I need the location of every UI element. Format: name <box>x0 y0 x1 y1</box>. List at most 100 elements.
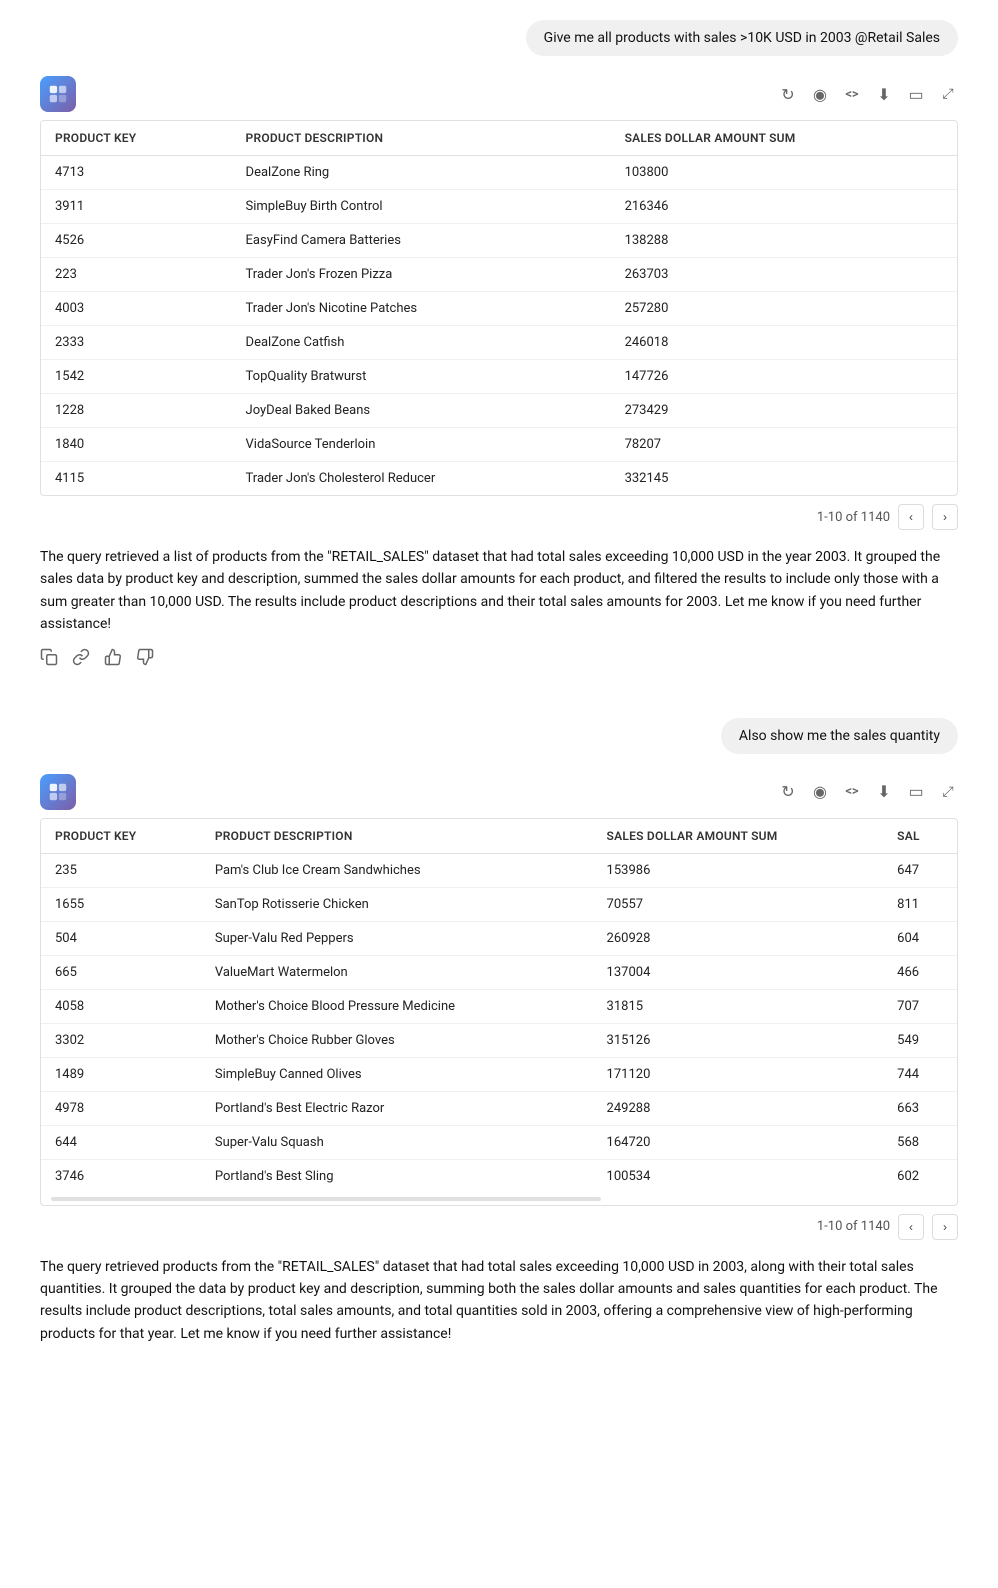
table-cell: 216346 <box>611 190 957 224</box>
table-cell: 164720 <box>593 1125 884 1159</box>
table-row: 644Super-Valu Squash164720568 <box>41 1125 957 1159</box>
prev-page-btn-1[interactable]: ‹ <box>898 504 924 530</box>
col-header-product-desc-1: PRODUCT DESCRIPTION <box>232 121 611 156</box>
table-cell: 568 <box>883 1125 957 1159</box>
pagination-2: 1-10 of 1140 ‹ › <box>40 1214 958 1240</box>
window-icon-1[interactable]: ▭ <box>906 84 926 104</box>
table-row: 3746Portland's Best Sling100534602 <box>41 1159 957 1193</box>
table-cell: 137004 <box>593 955 884 989</box>
table-cell: 3746 <box>41 1159 201 1193</box>
toolbar-1: ↻ ◉ <> ⬇ ▭ ⤢ <box>778 84 958 104</box>
table-scroll-bar[interactable] <box>51 1197 601 1201</box>
eye-icon-2[interactable]: ◉ <box>810 782 830 802</box>
table-row: 1840VidaSource Tenderloin78207 <box>41 428 957 462</box>
eye-icon-1[interactable]: ◉ <box>810 84 830 104</box>
table-row: 1655SanTop Rotisserie Chicken70557811 <box>41 887 957 921</box>
table-cell: 3302 <box>41 1023 201 1057</box>
window-icon-2[interactable]: ▭ <box>906 782 926 802</box>
table-cell: Mother's Choice Blood Pressure Medicine <box>201 989 593 1023</box>
table-cell: 138288 <box>611 224 957 258</box>
code-icon-1[interactable]: <> <box>842 84 862 104</box>
user-message-1: Give me all products with sales >10K USD… <box>40 20 958 56</box>
table-cell: 647 <box>883 853 957 887</box>
table-cell: 273429 <box>611 394 957 428</box>
table-cell: SimpleBuy Birth Control <box>232 190 611 224</box>
table-cell: 549 <box>883 1023 957 1057</box>
ai-response-1: ↻ ◉ <> ⬇ ▭ ⤢ PRODUCT KEY PRODUCT DESCRIP… <box>40 76 958 694</box>
refresh-icon-1[interactable]: ↻ <box>778 84 798 104</box>
fullscreen-icon-1[interactable]: ⤢ <box>938 84 958 104</box>
copy-icon-1[interactable] <box>40 648 58 666</box>
table-cell: Trader Jon's Nicotine Patches <box>232 292 611 326</box>
col-header-product-key-1: PRODUCT KEY <box>41 121 232 156</box>
ai-text-2: The query retrieved products from the "R… <box>40 1256 958 1346</box>
table-cell: 1542 <box>41 360 232 394</box>
data-table-1: PRODUCT KEY PRODUCT DESCRIPTION SALES DO… <box>41 121 957 495</box>
table-cell: SanTop Rotisserie Chicken <box>201 887 593 921</box>
table-row: 2333DealZone Catfish246018 <box>41 326 957 360</box>
table-cell: 663 <box>883 1091 957 1125</box>
table-cell: 504 <box>41 921 201 955</box>
table-cell: 4115 <box>41 462 232 496</box>
ai-response-2: ↻ ◉ <> ⬇ ▭ ⤢ PRODUCT KEY PRODUCT DESCRIP… <box>40 774 958 1358</box>
table-row: 1489SimpleBuy Canned Olives171120744 <box>41 1057 957 1091</box>
table-row: 504Super-Valu Red Peppers260928604 <box>41 921 957 955</box>
table-cell: 249288 <box>593 1091 884 1125</box>
result-table-2: PRODUCT KEY PRODUCT DESCRIPTION SALES DO… <box>40 818 958 1206</box>
col-header-sales-dollar-2: SALES DOLLAR AMOUNT SUM <box>593 819 884 854</box>
table-cell: 260928 <box>593 921 884 955</box>
refresh-icon-2[interactable]: ↻ <box>778 782 798 802</box>
next-page-btn-1[interactable]: › <box>932 504 958 530</box>
download-icon-2[interactable]: ⬇ <box>874 782 894 802</box>
table-row: 235Pam's Club Ice Cream Sandwhiches15398… <box>41 853 957 887</box>
table-cell: 100534 <box>593 1159 884 1193</box>
fullscreen-icon-2[interactable]: ⤢ <box>938 782 958 802</box>
table-cell: 153986 <box>593 853 884 887</box>
next-page-btn-2[interactable]: › <box>932 1214 958 1240</box>
thumbup-icon-1[interactable] <box>104 648 122 666</box>
table-cell: 78207 <box>611 428 957 462</box>
code-icon-2[interactable]: <> <box>842 782 862 802</box>
thumbdown-icon-1[interactable] <box>136 648 154 666</box>
col-header-sales-dollar-1: SALES DOLLAR AMOUNT SUM <box>611 121 957 156</box>
table-cell: 4526 <box>41 224 232 258</box>
table-cell: 257280 <box>611 292 957 326</box>
table-cell: 2333 <box>41 326 232 360</box>
table-cell: 665 <box>41 955 201 989</box>
table-cell: 31815 <box>593 989 884 1023</box>
prev-page-btn-2[interactable]: ‹ <box>898 1214 924 1240</box>
action-icons-1 <box>40 648 958 666</box>
table-cell: Portland's Best Sling <box>201 1159 593 1193</box>
table-cell: Super-Valu Squash <box>201 1125 593 1159</box>
user-message-2: Also show me the sales quantity <box>40 718 958 754</box>
ai-header-row-2: ↻ ◉ <> ⬇ ▭ ⤢ <box>40 774 958 810</box>
table-cell: 223 <box>41 258 232 292</box>
col-header-sal-2: SAL <box>883 819 957 854</box>
table-row: 665ValueMart Watermelon137004466 <box>41 955 957 989</box>
table-header-row-2: PRODUCT KEY PRODUCT DESCRIPTION SALES DO… <box>41 819 957 854</box>
table-cell: 4003 <box>41 292 232 326</box>
table-cell: 1228 <box>41 394 232 428</box>
table-cell: Mother's Choice Rubber Gloves <box>201 1023 593 1057</box>
download-icon-1[interactable]: ⬇ <box>874 84 894 104</box>
table-cell: 171120 <box>593 1057 884 1091</box>
table-row: 4058Mother's Choice Blood Pressure Medic… <box>41 989 957 1023</box>
table-cell: 103800 <box>611 156 957 190</box>
data-table-2: PRODUCT KEY PRODUCT DESCRIPTION SALES DO… <box>41 819 957 1193</box>
table-cell: 4978 <box>41 1091 201 1125</box>
table-cell: 744 <box>883 1057 957 1091</box>
table-row: 4115Trader Jon's Cholesterol Reducer3321… <box>41 462 957 496</box>
table-cell: 246018 <box>611 326 957 360</box>
result-table-1: PRODUCT KEY PRODUCT DESCRIPTION SALES DO… <box>40 120 958 496</box>
table-cell: 235 <box>41 853 201 887</box>
table-cell: 1655 <box>41 887 201 921</box>
table-cell: Super-Valu Red Peppers <box>201 921 593 955</box>
table-cell: 332145 <box>611 462 957 496</box>
link-icon-1[interactable] <box>72 648 90 666</box>
ai-avatar-1 <box>40 76 76 112</box>
col-header-product-key-2: PRODUCT KEY <box>41 819 201 854</box>
table-cell: Trader Jon's Cholesterol Reducer <box>232 462 611 496</box>
chat-container: Give me all products with sales >10K USD… <box>0 0 998 1401</box>
table-row: 1542TopQuality Bratwurst147726 <box>41 360 957 394</box>
table-cell: 4713 <box>41 156 232 190</box>
